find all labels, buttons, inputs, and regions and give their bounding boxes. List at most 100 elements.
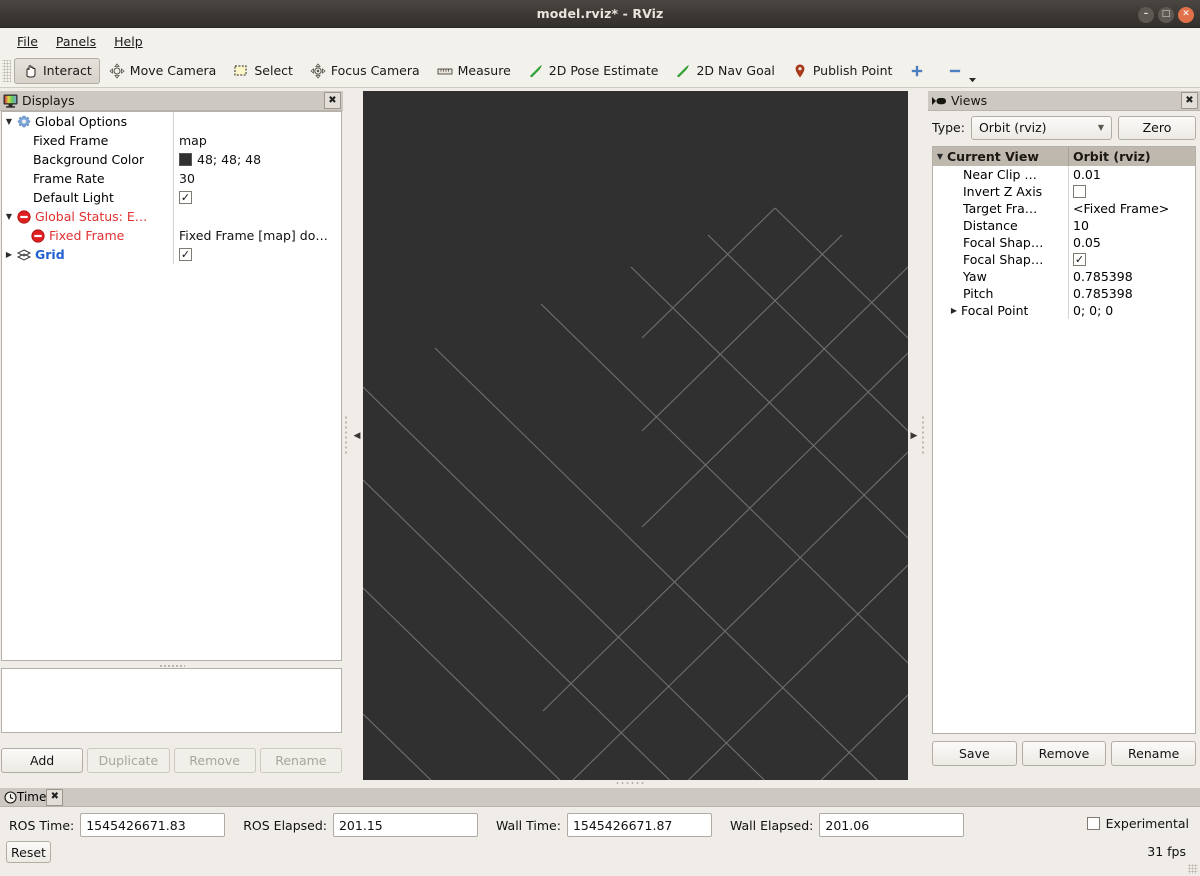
rename-view-button[interactable]: Rename xyxy=(1111,741,1197,766)
invert-z-axis-checkbox[interactable] xyxy=(1073,185,1086,198)
tree-item-value[interactable]: ✓ xyxy=(173,188,341,207)
experimental-checkbox[interactable] xyxy=(1086,817,1100,830)
background-color-value: 48; 48; 48 xyxy=(197,152,262,167)
viewport-bottom-splitter-grip[interactable] xyxy=(615,781,645,785)
duplicate-display-button[interactable]: Duplicate xyxy=(87,748,170,773)
views-tree-row[interactable]: Focal Shap… ✓ xyxy=(933,251,1195,268)
close-icon: ✖ xyxy=(328,94,337,106)
duplicate-display-label: Duplicate xyxy=(98,753,159,768)
default-light-checkbox[interactable]: ✓ xyxy=(179,191,192,204)
expand-collapse-twisty[interactable] xyxy=(2,212,16,221)
views-row-value[interactable]: 0.05 xyxy=(1068,234,1195,251)
expand-collapse-twisty[interactable] xyxy=(947,306,961,315)
time-panel-close-button[interactable]: ✖ xyxy=(46,788,64,806)
remove-display-button[interactable]: Remove xyxy=(173,748,256,773)
tool-select[interactable]: Select xyxy=(225,58,301,84)
views-row-value[interactable]: 0.01 xyxy=(1068,166,1195,183)
expand-collapse-twisty[interactable] xyxy=(933,152,947,161)
menu-panels[interactable]: Panels xyxy=(47,31,105,52)
minimize-button[interactable]: – xyxy=(1138,6,1154,23)
expand-collapse-twisty[interactable] xyxy=(2,117,16,126)
views-row-label: Focal Shap… xyxy=(963,235,1044,250)
tree-item-value[interactable]: 48; 48; 48 xyxy=(173,150,341,169)
window-resize-grip[interactable] xyxy=(1188,864,1198,874)
views-tree-row[interactable]: Focal Point 0; 0; 0 xyxy=(933,302,1195,319)
views-row-value[interactable]: ✓ xyxy=(1068,251,1195,268)
hand-cursor-icon xyxy=(26,64,36,77)
views-panel-close-button[interactable]: ✖ xyxy=(1181,92,1198,109)
views-row-value[interactable]: <Fixed Frame> xyxy=(1068,200,1195,217)
add-display-button[interactable]: Add xyxy=(1,748,84,773)
tool-publish-point[interactable]: Publish Point xyxy=(784,58,901,84)
tool-remove-tool[interactable] xyxy=(939,58,977,84)
tool-interact[interactable]: Interact xyxy=(14,57,100,84)
views-row-value[interactable]: 0; 0; 0 xyxy=(1068,302,1195,319)
tool-focus-camera[interactable]: Focus Camera xyxy=(302,58,428,84)
tool-2d-pose-estimate[interactable]: 2D Pose Estimate xyxy=(520,58,667,84)
menu-file[interactable]: File xyxy=(8,31,47,52)
grid-enabled-checkbox[interactable]: ✓ xyxy=(179,248,192,261)
expand-collapse-twisty[interactable] xyxy=(2,250,16,259)
views-property-tree[interactable]: Current View Orbit (rviz) Near Clip … 0.… xyxy=(932,146,1196,734)
tool-measure[interactable]: Measure xyxy=(429,58,519,84)
tree-row[interactable]: Grid ✓ xyxy=(2,245,341,264)
focal-shape-fixed-size-checkbox[interactable]: ✓ xyxy=(1073,253,1086,266)
tree-item-value[interactable]: map xyxy=(173,131,341,150)
views-row-value[interactable]: 10 xyxy=(1068,217,1195,234)
tree-row[interactable]: Global Status: E… xyxy=(2,207,341,226)
time-panel-header: Time ✖ xyxy=(0,788,1200,807)
views-tree-row[interactable]: Focal Shap… 0.05 xyxy=(933,234,1195,251)
overflow-chevron-down-icon[interactable] xyxy=(968,77,977,83)
render-viewport-3d[interactable] xyxy=(363,91,908,780)
tree-row[interactable]: Frame Rate 30 xyxy=(2,169,341,188)
tree-item-value[interactable]: ✓ xyxy=(173,245,341,264)
tree-row[interactable]: Background Color 48; 48; 48 xyxy=(2,150,341,169)
move-camera-icon xyxy=(109,62,125,79)
tree-row[interactable]: Default Light ✓ xyxy=(2,188,341,207)
reset-button[interactable]: Reset xyxy=(6,841,51,863)
tree-item-value[interactable]: 30 xyxy=(173,169,341,188)
tree-item-value[interactable] xyxy=(173,112,341,131)
rename-display-button[interactable]: Rename xyxy=(259,748,342,773)
views-row-value[interactable]: 0.785398 xyxy=(1068,285,1195,302)
views-tree-row[interactable]: Yaw 0.785398 xyxy=(933,268,1195,285)
menu-help-label: Help xyxy=(114,33,143,49)
collapse-right-panel-button[interactable]: ▶ xyxy=(908,91,920,780)
wall-elapsed-input[interactable]: 201.06 xyxy=(819,813,965,837)
minimize-icon: – xyxy=(1143,9,1149,19)
ros-elapsed-input[interactable]: 201.15 xyxy=(332,813,478,837)
views-tree-row[interactable]: Distance 10 xyxy=(933,217,1195,234)
ros-time-input[interactable]: 1545426671.83 xyxy=(80,813,226,837)
zero-view-button[interactable]: Zero xyxy=(1118,115,1196,140)
views-type-label: Type: xyxy=(932,120,965,135)
tool-move-camera[interactable]: Move Camera xyxy=(101,58,225,84)
tree-row[interactable]: Fixed Frame map xyxy=(2,131,341,150)
view-type-select[interactable]: Orbit (rviz) ▼ xyxy=(970,115,1112,140)
close-icon: ✖ xyxy=(1185,94,1194,106)
toolbar-drag-handle[interactable] xyxy=(2,59,11,82)
tree-item-value[interactable] xyxy=(173,207,341,226)
right-splitter-grip[interactable] xyxy=(921,415,925,455)
displays-tree[interactable]: Global Options Fixed Frame map Backgroun… xyxy=(1,111,342,661)
maximize-button[interactable]: □ xyxy=(1158,6,1174,23)
wall-time-input[interactable]: 1545426671.87 xyxy=(566,813,712,837)
tree-row[interactable]: Fixed Frame Fixed Frame [map] do… xyxy=(2,226,341,245)
experimental-toggle[interactable]: Experimental xyxy=(1086,816,1189,831)
tree-row[interactable]: Global Options xyxy=(2,112,341,131)
tool-2d-nav-goal[interactable]: 2D Nav Goal xyxy=(667,58,782,84)
collapse-left-panel-button[interactable]: ◀ xyxy=(351,91,363,780)
save-view-button[interactable]: Save xyxy=(932,741,1017,766)
tool-add-tool[interactable] xyxy=(901,58,938,84)
close-button[interactable]: ✕ xyxy=(1178,6,1194,23)
tree-item-value[interactable]: Fixed Frame [map] do… xyxy=(173,226,341,245)
views-row-value[interactable] xyxy=(1068,183,1195,200)
views-row-value[interactable]: 0.785398 xyxy=(1068,268,1195,285)
views-tree-row[interactable]: Pitch 0.785398 xyxy=(933,285,1195,302)
views-tree-row[interactable]: Invert Z Axis xyxy=(933,183,1195,200)
views-tree-row[interactable]: Target Fra… <Fixed Frame> xyxy=(933,200,1195,217)
views-tree-row[interactable]: Near Clip … 0.01 xyxy=(933,166,1195,183)
left-splitter-grip[interactable] xyxy=(344,415,348,455)
menu-help[interactable]: Help xyxy=(105,31,152,52)
remove-view-button[interactable]: Remove xyxy=(1021,741,1107,766)
displays-panel-close-button[interactable]: ✖ xyxy=(324,92,341,109)
